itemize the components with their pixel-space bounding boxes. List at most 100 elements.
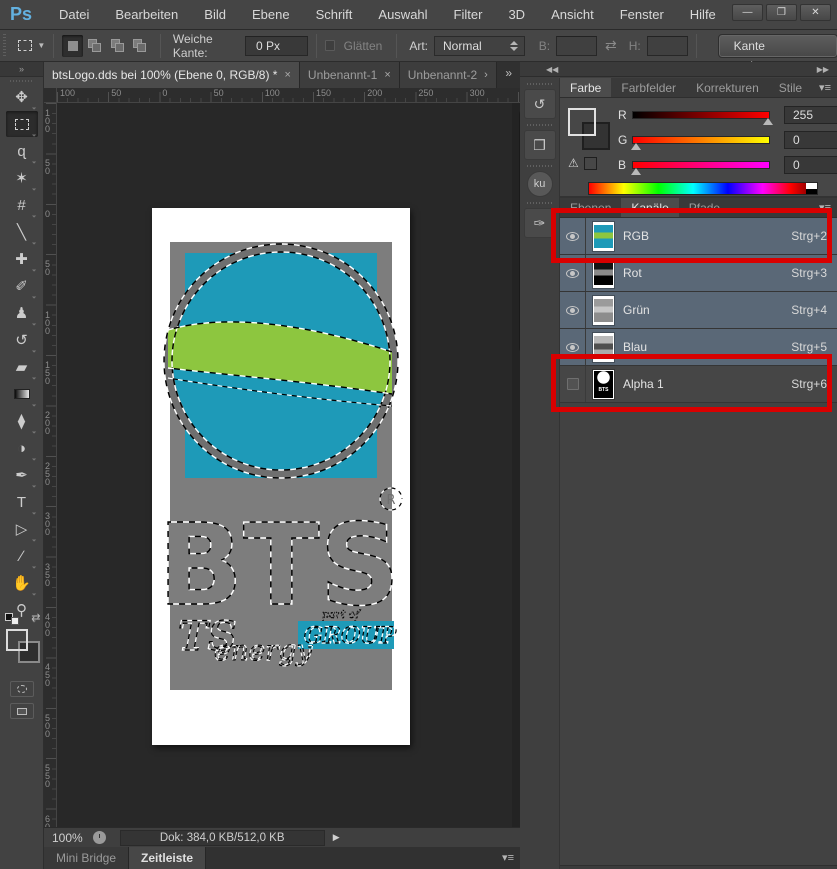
eyedropper-tool[interactable]: ╲ [6,219,38,245]
foreground-color-swatch-panel[interactable] [568,108,596,136]
swap-dimensions-icon[interactable]: ⇄ [605,37,617,54]
healing-brush-tool[interactable]: ✚ [6,246,38,272]
channel-row-alpha-1[interactable]: Alpha 1Strg+6 [560,366,837,403]
menu-ebene[interactable]: Ebene [239,0,303,30]
move-tool[interactable]: ✥ [6,84,38,110]
tab-farbfelder[interactable]: Farbfelder [611,78,686,97]
eraser-tool[interactable]: ▰ [6,354,38,380]
toolbar-grip[interactable] [10,80,33,82]
document-tab-3[interactable]: Unbenannt-2› [400,62,497,88]
subtract-from-selection-button[interactable] [107,35,127,57]
options-grip[interactable] [3,34,6,58]
spectrum-rainbow[interactable] [589,183,806,194]
channel-row-rot[interactable]: RotStrg+3 [560,255,837,292]
channel-row-rgb[interactable]: RGBStrg+2 [560,218,837,255]
gradient-tool[interactable] [6,381,38,407]
tab-farbe[interactable]: Farbe [560,78,611,97]
bottom-tab-mini-bridge[interactable]: Mini Bridge [44,847,129,869]
panel-menu-icon[interactable]: ▾≡ [819,78,831,98]
lasso-tool[interactable]: ɋ [6,138,38,164]
hand-tool[interactable]: ✋ [6,570,38,596]
tool-presets-panel-icon[interactable]: ✑ [524,208,556,238]
path-selection-tool[interactable]: ▷ [6,516,38,542]
toolbar-collapse-button[interactable]: » [0,62,43,77]
style-select[interactable]: Normal [434,36,525,56]
menu-bild[interactable]: Bild [191,0,239,30]
visibility-cell[interactable] [560,218,586,254]
default-colors-icon[interactable] [5,613,19,625]
history-panel-icon[interactable]: ↺ [524,89,556,119]
brush-tool[interactable]: ✐ [6,273,38,299]
slider-value-g[interactable]: 0 [784,131,837,149]
material-panel-icon[interactable]: ❒ [524,130,556,160]
close-button[interactable]: ✕ [800,4,831,21]
slider-value-b[interactable]: 0 [784,156,837,174]
slider-thumb[interactable] [763,118,773,125]
intersect-selection-button[interactable] [130,35,150,57]
menu-datei[interactable]: Datei [46,0,102,30]
quick-mask-button[interactable] [10,681,34,697]
visibility-cell[interactable] [560,366,586,402]
crop-tool[interactable]: # [6,192,38,218]
visibility-cell[interactable] [560,329,586,365]
close-tab-icon[interactable]: › [484,69,488,81]
tab-stile[interactable]: Stile [769,78,812,97]
zoom-level[interactable]: 100% [44,831,93,845]
menu-schrift[interactable]: Schrift [303,0,366,30]
menu-hilfe[interactable]: Hilfe [677,0,729,30]
slider-thumb[interactable] [631,168,641,175]
expand-panels-icon[interactable]: ▶▶ [817,65,829,74]
document-tab-1[interactable]: btsLogo.dds bei 100% (Ebene 0, RGB/8) *× [44,62,300,88]
menu-auswahl[interactable]: Auswahl [365,0,440,30]
slider-thumb[interactable] [631,143,641,150]
vertical-scrollbar[interactable] [512,103,520,827]
close-tab-icon[interactable]: × [384,69,390,81]
new-selection-button[interactable] [62,35,82,57]
add-to-selection-button[interactable] [85,35,105,57]
visibility-cell[interactable] [560,255,586,291]
close-tab-icon[interactable]: × [284,69,290,81]
maximize-button[interactable]: ❐ [766,4,797,21]
slider-track-r[interactable] [632,111,770,119]
line-tool[interactable]: ∕ [6,543,38,569]
panel-menu-icon[interactable]: ▾≡ [819,198,831,218]
tab-korrekturen[interactable]: Korrekturen [686,78,769,97]
clone-stamp-tool[interactable]: ♟ [6,300,38,326]
visibility-cell[interactable] [560,292,586,328]
dodge-tool[interactable]: ◑ [6,435,38,461]
magic-wand-tool[interactable]: ✶ [6,165,38,191]
history-brush-tool[interactable]: ↺ [6,327,38,353]
slider-track-b[interactable] [632,161,770,169]
antialias-checkbox[interactable] [325,40,335,51]
document-canvas[interactable]: BTS BTS BTS R TS TS energy ene [152,208,410,745]
channel-row-blau[interactable]: BlauStrg+5 [560,329,837,366]
foreground-color-swatch[interactable] [6,629,28,651]
menu-fenster[interactable]: Fenster [607,0,677,30]
horizontal-ruler[interactable]: 10050050100150200250300 [57,88,520,103]
bottom-tab-zeitleiste[interactable]: Zeitleiste [129,847,206,869]
feather-input[interactable]: 0 Px [245,36,308,56]
tab-ebenen[interactable]: Ebenen [560,198,621,217]
rectangular-marquee-tool[interactable] [6,111,38,137]
tab-kanäle[interactable]: Kanäle [621,198,678,217]
slider-track-g[interactable] [632,136,770,144]
active-tool-preview[interactable]: ▼ [18,40,45,51]
kuler-panel-icon[interactable]: ku [527,171,553,197]
gamut-warning[interactable]: ⚠ [568,156,597,170]
menu-3d[interactable]: 3D [495,0,538,30]
tab-pfade[interactable]: Pfade [679,198,730,217]
menu-ansicht[interactable]: Ansicht [538,0,607,30]
slider-value-r[interactable]: 255 [784,106,837,124]
collapse-panels-icon[interactable]: ◀◀ [546,65,558,74]
tab-overflow-icon[interactable]: » [505,62,520,88]
menu-filter[interactable]: Filter [441,0,496,30]
refine-edge-button[interactable]: Kante verbessern... [719,35,837,57]
status-flyout-arrow[interactable]: ▶ [325,832,348,843]
screen-mode-button[interactable] [10,703,34,719]
menu-bearbeiten[interactable]: Bearbeiten [102,0,191,30]
visibility-checkbox[interactable] [567,378,579,390]
document-tab-2[interactable]: Unbenannt-1× [300,62,400,88]
pen-tool[interactable]: ✒ [6,462,38,488]
vertical-ruler[interactable]: 1005005010015020025030035040045050055060… [44,103,57,827]
bottom-panel-menu-icon[interactable]: ▾≡ [502,847,520,869]
